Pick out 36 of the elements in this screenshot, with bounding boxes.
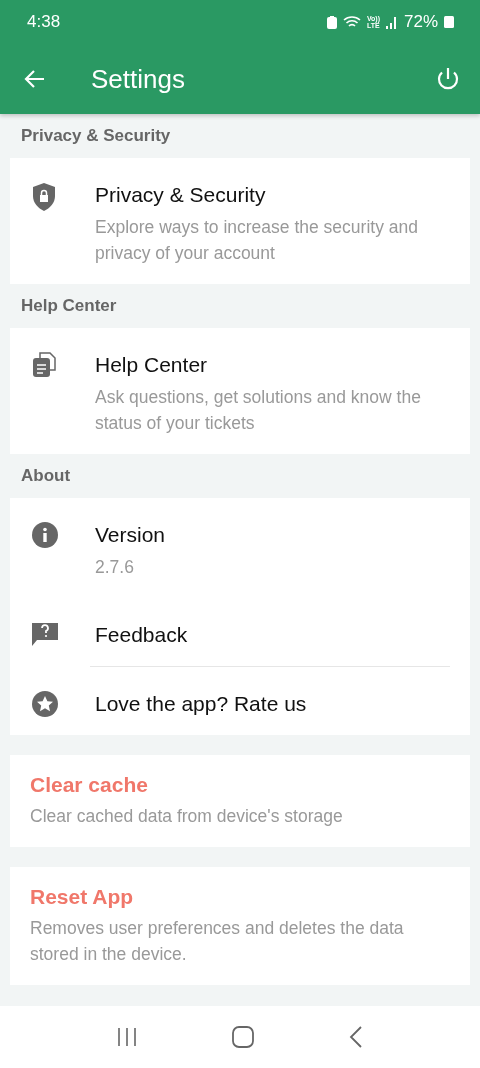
- section-header: About: [20, 465, 72, 487]
- section-header: Help Center: [20, 295, 118, 317]
- battery-icon: [444, 16, 454, 28]
- info-icon: [32, 522, 58, 548]
- battery-saver-icon: [326, 15, 337, 29]
- action-title: Reset App: [30, 885, 135, 909]
- back-icon[interactable]: [24, 68, 46, 90]
- settings-item[interactable]: Feedback: [10, 598, 470, 666]
- app-bar-title: Settings: [91, 63, 186, 95]
- back-nav-icon[interactable]: [348, 1026, 363, 1048]
- action-description: Clear cached data from device's storage: [30, 805, 344, 828]
- settings-item[interactable]: Privacy & Security Explore ways to increase the security and privacy of your account: [10, 158, 470, 284]
- shield-lock-icon: [32, 182, 56, 212]
- settings-item[interactable]: Help Center Ask questions, get solutions and know the status of your tickets: [10, 328, 470, 454]
- settings-item[interactable]: Love the app? Rate us: [10, 667, 470, 735]
- status-time: 4:38: [27, 12, 61, 32]
- item-title: Privacy & Security: [95, 182, 267, 208]
- item-description: Explore ways to increase the security and privacy of your account: [95, 216, 419, 265]
- action-title: Clear cache: [30, 773, 149, 797]
- item-title: Version: [95, 522, 167, 548]
- item-title: Feedback: [95, 622, 189, 648]
- item-description: Ask questions, get solutions and know the status of your tickets: [95, 386, 422, 435]
- wifi-icon: [342, 15, 361, 29]
- recent-apps-icon[interactable]: [117, 1028, 138, 1046]
- settings-item[interactable]: Version 2.7.6: [10, 498, 470, 598]
- signal-icon: [385, 15, 398, 29]
- item-title: Love the app? Rate us: [95, 691, 308, 717]
- power-icon[interactable]: [436, 66, 460, 92]
- action-description: Removes user preferences and deletes the data stored in the device.: [30, 917, 405, 966]
- documents-icon: [32, 352, 56, 378]
- item-description: 2.7.6: [95, 556, 135, 579]
- feedback-icon: [32, 622, 58, 646]
- battery-percentage: 72%: [403, 12, 438, 32]
- section-header: Privacy & Security: [20, 125, 172, 147]
- home-icon[interactable]: [232, 1026, 254, 1048]
- item-title: Help Center: [95, 352, 209, 378]
